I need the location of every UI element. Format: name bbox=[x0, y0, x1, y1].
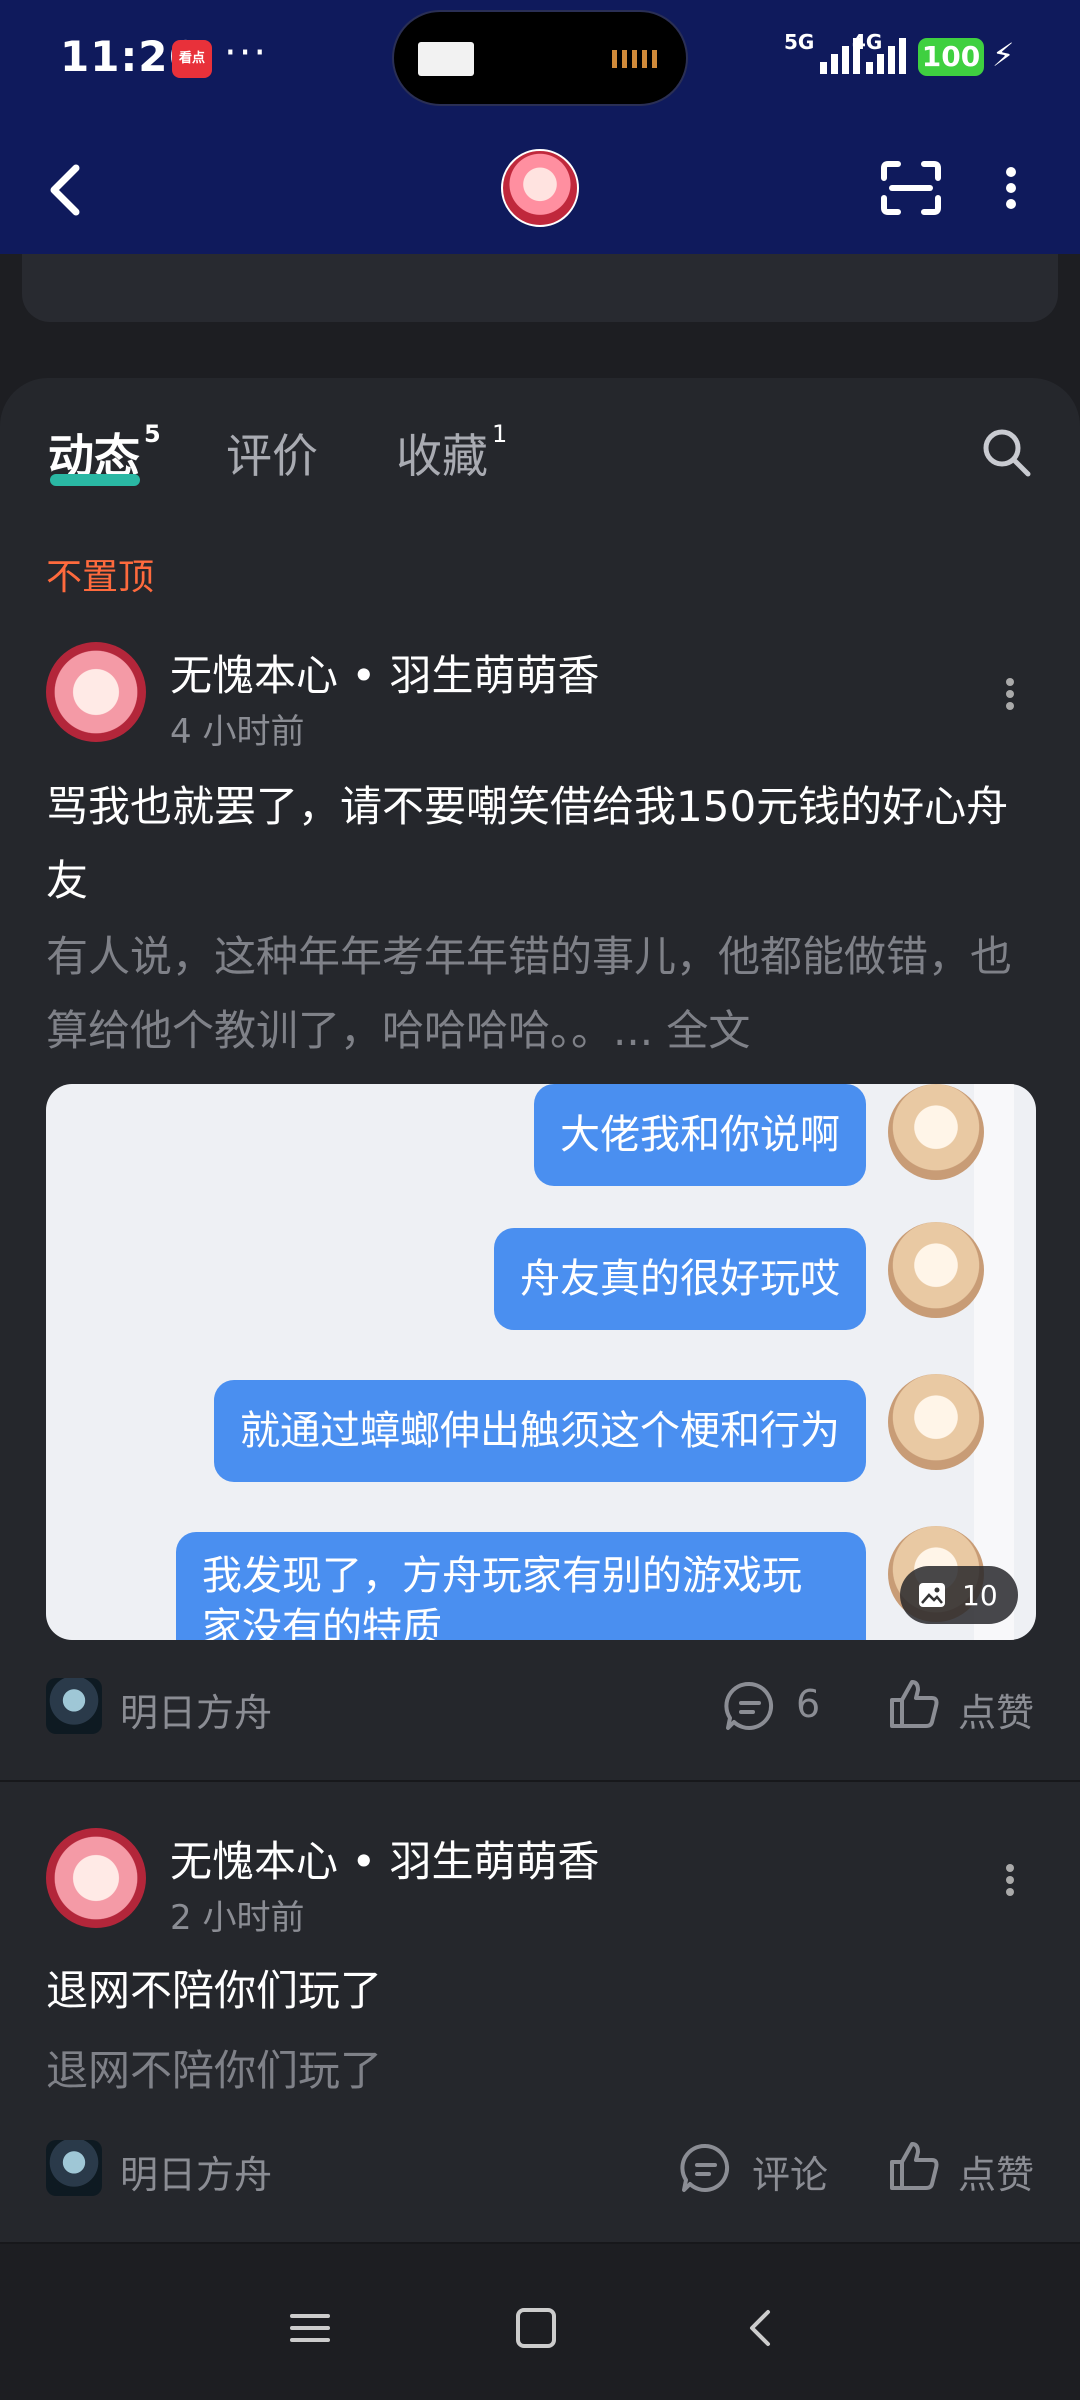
recent-apps-button[interactable] bbox=[282, 2300, 338, 2356]
tab-favorites-label: 收藏 bbox=[396, 429, 488, 483]
post-title[interactable]: 骂我也就罢了，请不要嘲笑借给我150元钱的好心舟友 bbox=[46, 770, 1036, 918]
tab-posts-count: 5 bbox=[144, 419, 161, 448]
search-icon bbox=[983, 429, 1031, 477]
post-more-button[interactable] bbox=[990, 1850, 1030, 1910]
post-author-avatar[interactable] bbox=[46, 642, 146, 742]
profile-avatar[interactable] bbox=[501, 149, 579, 227]
search-button[interactable] bbox=[978, 424, 1034, 480]
home-square-icon bbox=[516, 2308, 556, 2348]
tab-favorites[interactable]: 收藏 1 bbox=[396, 420, 507, 486]
tab-reviews[interactable]: 评价 bbox=[226, 420, 318, 486]
post-author-name[interactable]: 无愧本心 • 羽生萌萌香 bbox=[170, 642, 599, 703]
tab-reviews-label: 评价 bbox=[226, 429, 318, 483]
post-excerpt-text: 有人说，这种年年考年年错的事儿，他都能做错，也算给他个教训了，哈哈哈哈。。... bbox=[46, 932, 1013, 1055]
game-icon[interactable] bbox=[46, 2140, 102, 2196]
image-count-badge: 10 bbox=[900, 1566, 1018, 1624]
chevron-left-icon bbox=[50, 164, 80, 216]
unpin-button[interactable]: 不置顶 bbox=[46, 548, 154, 600]
scan-icon bbox=[881, 161, 941, 215]
post-excerpt[interactable]: 退网不陪你们玩了 bbox=[46, 2034, 1036, 2108]
app-notification-icon: 看点 bbox=[172, 40, 212, 78]
comment-count[interactable]: 6 bbox=[796, 1682, 820, 1726]
chat-bubble: 我发现了，方舟玩家有别的游戏玩家没有的特质 bbox=[176, 1532, 866, 1640]
battery-icon: 100 bbox=[918, 38, 984, 76]
tab-favorites-count: 1 bbox=[492, 419, 508, 448]
post-time: 4 小时前 bbox=[170, 712, 305, 752]
chat-avatar bbox=[888, 1374, 984, 1470]
chat-avatar bbox=[888, 1084, 984, 1180]
post-author-name[interactable]: 无愧本心 • 羽生萌萌香 bbox=[170, 1828, 599, 1889]
chat-bubble: 舟友真的很好玩哎 bbox=[494, 1228, 866, 1330]
like-button-label[interactable]: 点赞 bbox=[958, 2144, 1034, 2199]
comment-button-label[interactable]: 评论 bbox=[752, 2144, 828, 2199]
game-tag[interactable]: 明日方舟 bbox=[120, 1682, 272, 1737]
image-icon bbox=[919, 1583, 945, 1607]
more-vertical-icon bbox=[1006, 167, 1016, 209]
chevron-left-icon bbox=[750, 2310, 770, 2346]
signal-4g-icon bbox=[866, 36, 910, 74]
like-button-label[interactable]: 点赞 bbox=[958, 1682, 1034, 1737]
more-notifications-icon: ··· bbox=[224, 30, 269, 76]
home-button[interactable] bbox=[508, 2300, 564, 2356]
chat-bubble: 就通过蟑螂伸出触须这个梗和行为 bbox=[214, 1380, 866, 1482]
menu-icon bbox=[290, 2314, 330, 2342]
more-vertical-icon bbox=[1006, 678, 1014, 710]
image-count: 10 bbox=[962, 1579, 998, 1612]
active-tab-indicator bbox=[50, 474, 140, 486]
comment-icon[interactable] bbox=[678, 2140, 734, 2196]
post-divider bbox=[0, 1780, 1080, 1782]
post-time: 2 小时前 bbox=[170, 1898, 305, 1938]
profile-card-bottom bbox=[22, 254, 1058, 322]
more-options-button[interactable] bbox=[996, 160, 1026, 216]
post-image[interactable]: 大佬我和你说啊 舟友真的很好玩哎 就通过蟑螂伸出触须这个梗和行为 我发现了，方舟… bbox=[46, 1084, 1036, 1640]
post-author-avatar[interactable] bbox=[46, 1828, 146, 1928]
read-more-link[interactable]: 全文 bbox=[666, 1006, 750, 1055]
back-button[interactable] bbox=[40, 150, 100, 230]
island-thumbnail bbox=[418, 42, 474, 76]
system-back-button[interactable] bbox=[734, 2300, 790, 2356]
like-icon[interactable] bbox=[886, 2138, 942, 2194]
game-tag[interactable]: 明日方舟 bbox=[120, 2144, 272, 2199]
dynamic-island bbox=[392, 10, 688, 106]
post-title[interactable]: 退网不陪你们玩了 bbox=[46, 1954, 1036, 2028]
chat-avatar bbox=[888, 1222, 984, 1318]
post-excerpt[interactable]: 有人说，这种年年考年年错的事儿，他都能做错，也算给他个教训了，哈哈哈哈。。...… bbox=[46, 920, 1036, 1068]
scan-button[interactable] bbox=[880, 160, 942, 216]
island-audio-bars bbox=[612, 50, 660, 68]
more-vertical-icon bbox=[1006, 1864, 1014, 1896]
charging-icon: ⚡ bbox=[992, 36, 1015, 74]
comment-icon[interactable] bbox=[722, 1678, 778, 1734]
like-icon[interactable] bbox=[886, 1676, 942, 1732]
chat-bubble: 大佬我和你说啊 bbox=[534, 1084, 866, 1186]
network-5g-label: 5G bbox=[784, 30, 815, 54]
game-icon[interactable] bbox=[46, 1678, 102, 1734]
post-more-button[interactable] bbox=[990, 664, 1030, 724]
